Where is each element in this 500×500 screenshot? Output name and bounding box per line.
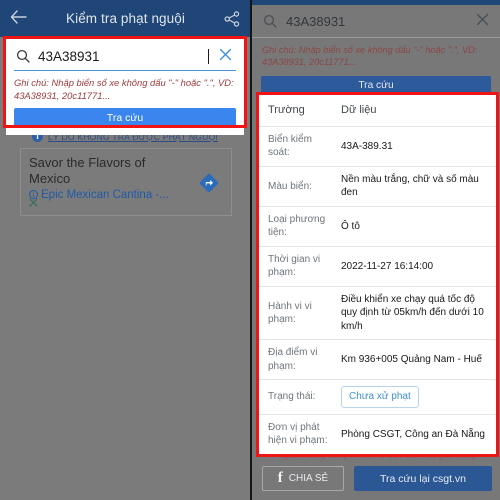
table-row-status: Trạng thái: Chưa xử phạt [259,380,496,415]
table-cell-key: Địa điểm vi phạm: [268,347,318,372]
back-arrow-icon[interactable] [10,10,27,27]
left-app-bar: Kiểm tra phạt nguội [0,0,250,37]
table-row: Biển kiểm soát: 43A-389.31 [259,127,496,167]
table-cell-value: 2022-11-27 16:14:00 [341,260,434,272]
left-search-row[interactable]: 43A38931 [14,45,236,71]
close-icon[interactable] [217,48,234,64]
search-icon [16,49,30,63]
search-input[interactable]: 43A38931 [286,14,467,29]
table-cell-key: Đơn vị phát hiện vi phạm: [268,421,328,447]
table-cell-value: Điều khiển xe chạy quá tốc độ quy định t… [341,293,484,332]
table-row: Màu biển: Nền màu trắng, chữ và số màu đ… [259,167,496,207]
left-note-text: Ghi chú: Nhập biển số xe không dấu "-" h… [14,77,234,101]
share-button-label: CHIA SẺ [288,473,329,484]
table-row: Loại phương tiện: Ô tô [259,207,496,247]
right-panel-result-screen: 43A38931 Ghi chú: Nhập biển số xe không … [250,0,500,500]
table-cell-value: 43A-389.31 [341,140,393,152]
table-cell-key: Hành vi vi phạm: [268,300,312,326]
share-icon[interactable] [224,10,240,27]
search-input[interactable]: 43A38931 [38,48,209,64]
table-cell-value: Nền màu trắng, chữ và số màu đen [341,173,479,199]
search-icon [263,14,277,28]
ad-headline: Savor the Flavors of Mexico [29,155,146,187]
left-panel-search-screen: Kiểm tra phạt nguội 43A38931 Ghi chú: Nh… [0,0,250,500]
footer-actions: f CHIA SẺ Tra cứu lại csgt.vn [252,466,500,500]
retry-lookup-button[interactable]: Tra cứu lại csgt.vn [354,466,492,491]
table-header-value: Dữ liệu [341,104,377,116]
table-cell-value: Km 936+005 Quảng Nam - Huế [341,354,482,366]
table-cell-key: Loại phương tiện: [268,213,326,239]
facebook-icon: f [277,470,283,486]
table-row: Hành vi vi phạm: Điều khiển xe chạy quá … [259,287,496,341]
violation-details-table: Trường Dữ liệu Biển kiểm soát: 43A-389.3… [259,95,496,454]
page-title: Kiểm tra phạt nguội [66,11,185,26]
table-row: Thời gian vi phạm: 2022-11-27 16:14:00 [259,247,496,287]
table-row: Địa điểm vi phạm: Km 936+005 Quảng Nam -… [259,340,496,381]
right-note-text: Ghi chú: Nhập biển số xe không dấu "-" h… [262,45,478,68]
status-badge: Chưa xử phạt [341,386,419,408]
table-header-field: Trường [268,104,305,116]
table-cell-value: Phòng CSGT, Công an Đà Nẵng [341,428,485,440]
ad-advertiser-label[interactable]: Epic Mexican Cantina -... [41,189,169,201]
table-cell-key: Biển kiểm soát: [268,133,312,159]
screenshot-root: Kiểm tra phạt nguội 43A38931 Ghi chú: Nh… [0,0,500,500]
table-cell-key: Thời gian vi phạm: [268,253,321,279]
table-cell-key: Màu biển: [268,180,312,192]
right-search-row[interactable]: 43A38931 [252,5,500,38]
table-cell-value: Ô tô [341,220,360,232]
right-search-submit-button[interactable]: Tra cứu [261,75,491,95]
left-search-submit-button[interactable]: Tra cứu [14,108,236,129]
close-icon[interactable] [476,13,489,29]
left-ad-card[interactable]: Savor the Flavors of Mexico i Epic Mexic… [20,148,232,216]
share-button[interactable]: f CHIA SẺ [262,466,344,491]
table-header-row: Trường Dữ liệu [259,95,496,127]
table-cell-key: Trạng thái: [268,391,316,403]
table-row: Đơn vị phát hiện vi phạm: Phòng CSGT, Cô… [259,415,496,454]
left-search-card: 43A38931 Ghi chú: Nhập biển số xe không … [6,39,244,136]
direction-arrow-icon[interactable] [199,173,219,193]
